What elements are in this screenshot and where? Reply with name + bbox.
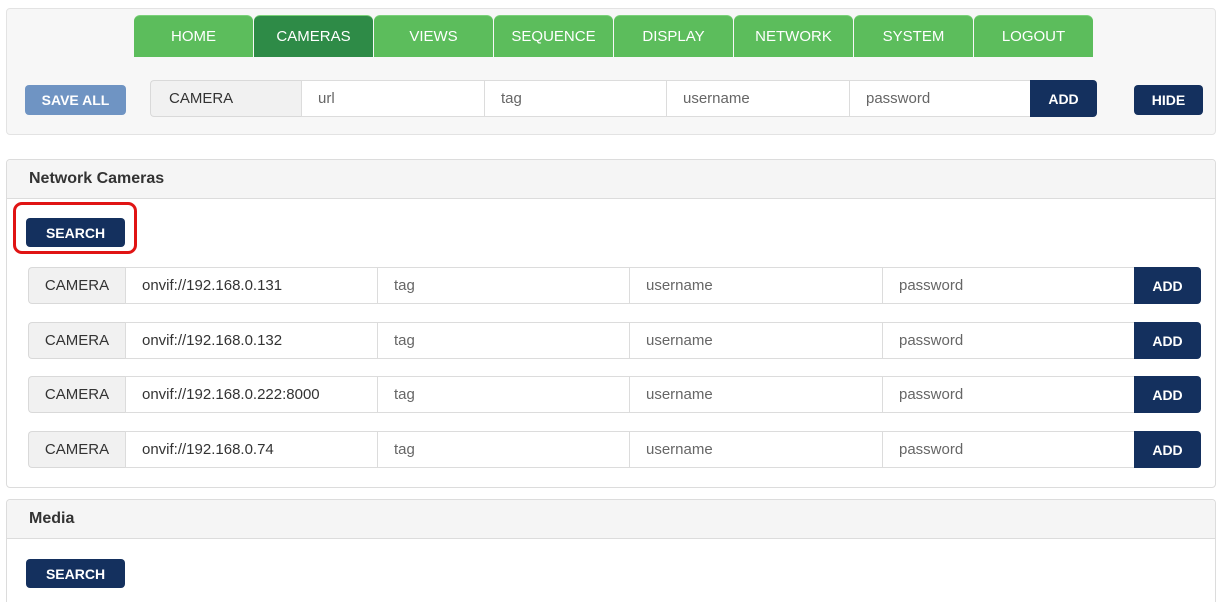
camera-tag-field[interactable]: tag: [377, 322, 629, 359]
tab-logout[interactable]: LOGOUT: [974, 15, 1093, 57]
url-input[interactable]: [301, 80, 484, 117]
save-all-button[interactable]: SAVE ALL: [25, 85, 126, 115]
camera-row-label: CAMERA: [28, 322, 125, 359]
camera-row: CAMERA onvif://192.168.0.74 tag username…: [28, 431, 1201, 468]
camera-username-field[interactable]: username: [629, 267, 882, 304]
camera-type-label: CAMERA: [150, 80, 301, 117]
camera-tag-field[interactable]: tag: [377, 431, 629, 468]
camera-row: CAMERA onvif://192.168.0.222:8000 tag us…: [28, 376, 1201, 413]
camera-tag-field[interactable]: tag: [377, 376, 629, 413]
camera-url-field[interactable]: onvif://192.168.0.74: [125, 431, 377, 468]
camera-url-field[interactable]: onvif://192.168.0.132: [125, 322, 377, 359]
tab-cameras[interactable]: CAMERAS: [254, 15, 373, 57]
camera-password-field[interactable]: password: [882, 376, 1134, 413]
camera-password-field[interactable]: password: [882, 431, 1134, 468]
media-heading: Media: [7, 500, 1215, 539]
hide-button[interactable]: HIDE: [1134, 85, 1203, 115]
media-search-button[interactable]: SEARCH: [26, 559, 125, 588]
camera-add-button[interactable]: ADD: [1134, 267, 1201, 304]
camera-url-field[interactable]: onvif://192.168.0.222:8000: [125, 376, 377, 413]
camera-username-field[interactable]: username: [629, 376, 882, 413]
camera-row-label: CAMERA: [28, 376, 125, 413]
camera-row: CAMERA onvif://192.168.0.131 tag usernam…: [28, 267, 1201, 304]
tab-system[interactable]: SYSTEM: [854, 15, 973, 57]
camera-tag-field[interactable]: tag: [377, 267, 629, 304]
camera-row-label: CAMERA: [28, 267, 125, 304]
tab-sequence[interactable]: SEQUENCE: [494, 15, 613, 57]
tag-input[interactable]: [484, 80, 666, 117]
camera-add-button[interactable]: ADD: [1134, 322, 1201, 359]
tab-home[interactable]: HOME: [134, 15, 253, 57]
password-input[interactable]: [849, 80, 1030, 117]
manual-camera-form: CAMERA ADD: [150, 80, 1097, 117]
network-search-button[interactable]: SEARCH: [26, 218, 125, 247]
camera-row-label: CAMERA: [28, 431, 125, 468]
main-nav: HOME CAMERAS VIEWS SEQUENCE DISPLAY NETW…: [134, 15, 1094, 57]
network-cameras-heading: Network Cameras: [7, 160, 1215, 199]
camera-password-field[interactable]: password: [882, 322, 1134, 359]
username-input[interactable]: [666, 80, 849, 117]
camera-password-field[interactable]: password: [882, 267, 1134, 304]
camera-row: CAMERA onvif://192.168.0.132 tag usernam…: [28, 322, 1201, 359]
tab-network[interactable]: NETWORK: [734, 15, 853, 57]
tab-views[interactable]: VIEWS: [374, 15, 493, 57]
camera-username-field[interactable]: username: [629, 431, 882, 468]
camera-url-field[interactable]: onvif://192.168.0.131: [125, 267, 377, 304]
camera-add-button[interactable]: ADD: [1134, 431, 1201, 468]
camera-add-button[interactable]: ADD: [1134, 376, 1201, 413]
tab-display[interactable]: DISPLAY: [614, 15, 733, 57]
media-panel: Media: [6, 499, 1216, 602]
add-camera-button[interactable]: ADD: [1030, 80, 1097, 117]
camera-username-field[interactable]: username: [629, 322, 882, 359]
